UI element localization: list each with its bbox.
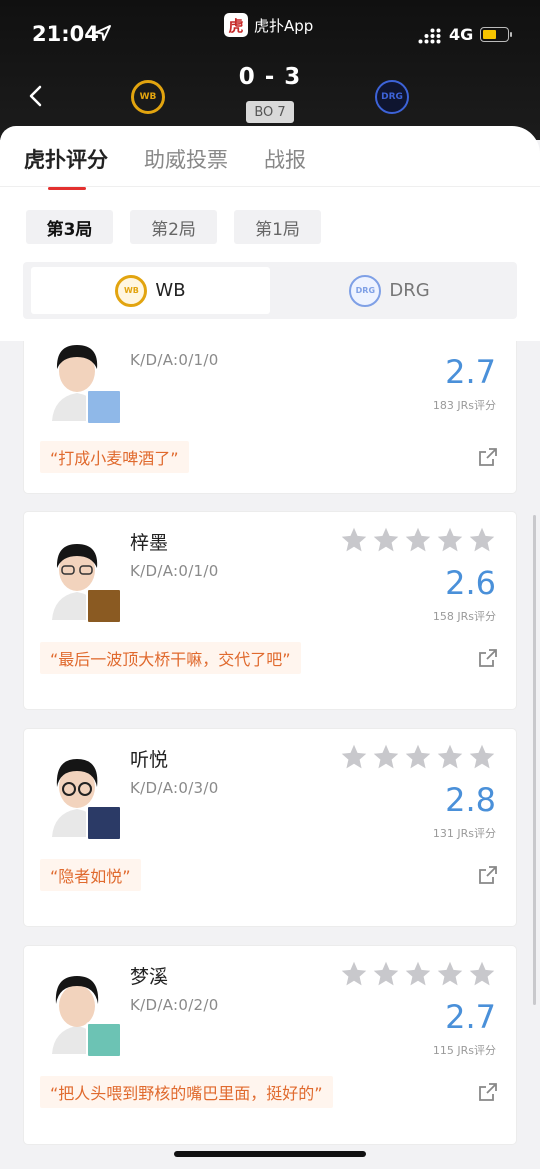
star-icon[interactable] (372, 526, 400, 554)
team-toggle-wb[interactable]: WB WB (31, 267, 270, 314)
game-1-button[interactable]: 第1局 (234, 210, 321, 244)
team-toggle: WB WB DRG DRG (23, 262, 517, 319)
hero-portrait (86, 805, 122, 841)
share-icon[interactable] (478, 447, 498, 467)
hupu-logo-icon: 虎 (224, 13, 248, 37)
match-header: 21:04 虎 虎扑App 4G WB 0 - 3 BO 7 DRG (0, 0, 540, 140)
top-comment[interactable]: “隐者如悦” (40, 859, 141, 891)
star-icon[interactable] (404, 743, 432, 771)
share-icon[interactable] (478, 865, 498, 885)
player-rating: 2.7 (445, 998, 496, 1036)
vote-count: 131 JRs评分 (432, 827, 496, 840)
hero-portrait (86, 389, 122, 425)
vote-count: 183 JRs评分 (432, 399, 496, 412)
team-logo-drg[interactable]: DRG (375, 80, 409, 114)
content-sheet: 虎扑评分 助威投票 战报 第3局 第2局 第1局 WB WB DRG DRG (0, 126, 540, 341)
top-comment[interactable]: “打成小麦啤酒了” (40, 441, 189, 473)
status-time: 21:04 (32, 22, 99, 46)
game-3-button[interactable]: 第3局 (26, 210, 113, 244)
star-icon[interactable] (372, 960, 400, 988)
team-toggle-drg[interactable]: DRG DRG (270, 267, 509, 314)
player-name: 听悦 (130, 749, 169, 771)
tab-divider (0, 186, 540, 187)
player-kda: K/D/A:0/1/0 (130, 562, 219, 580)
player-card[interactable]: 梦溪 K/D/A:0/2/0 2.7 115 JRs评分 “把人头喂到野核的嘴巴… (24, 946, 516, 1144)
network-type: 4G (449, 25, 474, 44)
app-name: 虎扑App (254, 16, 314, 35)
match-score: 0 - 3 (238, 64, 302, 90)
star-icon[interactable] (340, 526, 368, 554)
star-icon[interactable] (468, 743, 496, 771)
player-rating: 2.7 (445, 353, 496, 391)
player-rating: 2.8 (445, 781, 496, 819)
star-rating-input[interactable] (340, 960, 496, 988)
player-name: 梦溪 (130, 966, 169, 988)
vote-count: 158 JRs评分 (432, 610, 496, 623)
top-comment[interactable]: “把人头喂到野核的嘴巴里面，挺好的” (40, 1076, 333, 1108)
tab-bar: 虎扑评分 助威投票 战报 (24, 144, 306, 190)
tab-report[interactable]: 战报 (264, 144, 306, 190)
star-icon[interactable] (468, 960, 496, 988)
hero-portrait (86, 588, 122, 624)
star-icon[interactable] (436, 743, 464, 771)
wb-logo-icon: WB (115, 274, 148, 307)
signal-icon (418, 28, 441, 44)
app-switch-chip[interactable]: 虎 虎扑App (224, 12, 313, 38)
location-arrow-icon (95, 25, 111, 41)
star-icon[interactable] (340, 743, 368, 771)
battery-icon (480, 27, 512, 42)
star-icon[interactable] (436, 960, 464, 988)
star-icon[interactable] (340, 960, 368, 988)
share-icon[interactable] (478, 648, 498, 668)
player-kda: K/D/A:0/2/0 (130, 996, 219, 1014)
star-rating-input[interactable] (340, 526, 496, 554)
top-comment[interactable]: “最后一波顶大桥干嘛，交代了吧” (40, 642, 301, 674)
player-rating: 2.6 (445, 564, 496, 602)
player-list[interactable]: K/D/A:0/1/0 2.7 183 JRs评分 “打成小麦啤酒了” 梓墨 K… (0, 341, 540, 1169)
star-icon[interactable] (404, 526, 432, 554)
player-kda: K/D/A:0/3/0 (130, 779, 219, 797)
vote-count: 115 JRs评分 (432, 1044, 496, 1057)
star-rating-input[interactable] (340, 743, 496, 771)
team-toggle-label: DRG (389, 280, 430, 301)
player-card[interactable]: K/D/A:0/1/0 2.7 183 JRs评分 “打成小麦啤酒了” (24, 341, 516, 493)
star-icon[interactable] (404, 960, 432, 988)
team-toggle-label: WB (155, 280, 186, 301)
star-icon[interactable] (436, 526, 464, 554)
series-format-badge: BO 7 (246, 101, 294, 123)
tab-cheer-vote[interactable]: 助威投票 (144, 144, 228, 190)
tab-rating[interactable]: 虎扑评分 (24, 144, 108, 190)
player-card[interactable]: 梓墨 K/D/A:0/1/0 2.6 158 JRs评分 “最后一波顶大桥干嘛，… (24, 512, 516, 709)
game-2-button[interactable]: 第2局 (130, 210, 217, 244)
hero-portrait (86, 1022, 122, 1058)
share-icon[interactable] (478, 1082, 498, 1102)
scrollbar[interactable] (533, 515, 536, 1005)
player-name: 梓墨 (130, 532, 169, 554)
home-indicator[interactable] (174, 1151, 366, 1157)
player-card[interactable]: 听悦 K/D/A:0/3/0 2.8 131 JRs评分 “隐者如悦” (24, 729, 516, 926)
drg-logo-icon: DRG (349, 274, 382, 307)
player-kda: K/D/A:0/1/0 (130, 351, 219, 369)
game-selector: 第3局 第2局 第1局 (26, 210, 321, 244)
star-icon[interactable] (468, 526, 496, 554)
star-icon[interactable] (372, 743, 400, 771)
